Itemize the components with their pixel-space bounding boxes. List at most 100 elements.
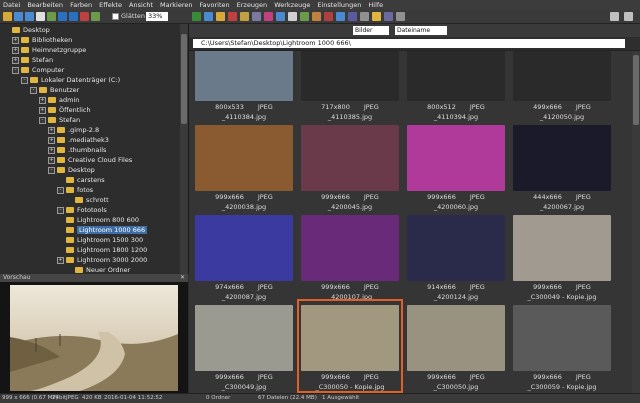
thumbnail-image[interactable]	[513, 305, 611, 371]
toolbar-tool-icon-5[interactable]	[252, 12, 261, 21]
toolbar-tool-icon-4[interactable]	[240, 12, 249, 21]
toolbar-tool-icon-3[interactable]	[228, 12, 237, 21]
expand-icon[interactable]: +	[48, 126, 55, 134]
menu-item-7[interactable]: Erzeugen	[237, 1, 268, 9]
view-select[interactable]: Bilder	[353, 26, 389, 35]
thumbnail-image[interactable]	[301, 215, 399, 281]
thumbnail-item[interactable]: 800x533 JPEG _4110384.jpg	[193, 51, 295, 121]
thumbnail-image[interactable]	[195, 51, 293, 101]
tree-item[interactable]: + Creative Cloud Files	[48, 155, 132, 165]
toolbar-icon-0[interactable]	[3, 12, 12, 21]
thumbnail-item-selected[interactable]: 999x666 JPEG _C300050 - Kopie.jpg	[297, 299, 403, 393]
smoothing-checkbox[interactable]	[112, 13, 119, 20]
toolbar-icon-3[interactable]	[36, 12, 45, 21]
tree-item[interactable]: Desktop	[3, 25, 50, 35]
tree-item[interactable]: + Öffentlich	[39, 105, 91, 115]
tree-item[interactable]: carstens	[57, 175, 105, 185]
menu-item-5[interactable]: Markieren	[160, 1, 192, 9]
expand-icon[interactable]: +	[48, 156, 55, 164]
menu-item-6[interactable]: Favoriten	[200, 1, 230, 9]
thumbnail-image[interactable]	[513, 51, 611, 101]
toolbar-tool-icon-7[interactable]	[276, 12, 285, 21]
zoom-select[interactable]: 33%	[146, 12, 168, 21]
toolbar-icon-4[interactable]	[47, 12, 56, 21]
tree-item[interactable]: + Heimnetzgruppe	[12, 45, 86, 55]
thumbnail-item[interactable]: 717x800 JPEG _4110385.jpg	[299, 51, 401, 121]
toolbar-tool-icon-15[interactable]	[372, 12, 381, 21]
menu-item-3[interactable]: Effekte	[99, 1, 122, 9]
toolbar-icon-1[interactable]	[14, 12, 23, 21]
toolbar-icon-5[interactable]	[58, 12, 67, 21]
toolbar-tool-icon-0[interactable]	[192, 12, 201, 21]
thumbnail-image[interactable]	[301, 125, 399, 191]
thumbnail-item[interactable]: 444x666 JPEG _4200067.jpg	[511, 121, 613, 211]
tree-item[interactable]: + .mediathek3	[48, 135, 109, 145]
close-icon[interactable]: ✕	[180, 274, 185, 282]
menu-item-2[interactable]: Farben	[70, 1, 92, 9]
thumbnail-image[interactable]	[301, 51, 399, 101]
expand-icon[interactable]: +	[12, 36, 19, 44]
collapse-icon[interactable]: -	[39, 116, 46, 124]
thumbnail-image[interactable]	[407, 51, 505, 101]
tree-item[interactable]: + .gimp-2.8	[48, 125, 99, 135]
collapse-icon[interactable]: -	[12, 66, 19, 74]
expand-icon[interactable]: +	[48, 136, 55, 144]
collapse-icon[interactable]: -	[21, 76, 28, 84]
toolbar-icon-6[interactable]	[69, 12, 78, 21]
window-control-icon-1[interactable]	[624, 12, 633, 21]
tree-item[interactable]: + Bibliotheken	[12, 35, 72, 45]
window-control-icon-0[interactable]	[610, 12, 619, 21]
toolbar-tool-icon-8[interactable]	[288, 12, 297, 21]
tree-scroll-thumb[interactable]	[181, 34, 187, 124]
tree-item[interactable]: Lightroom 1800 1200	[57, 245, 147, 255]
thumbnail-image[interactable]	[407, 125, 505, 191]
thumbnail-item[interactable]: 999x666 JPEG _4200107.jpg	[299, 211, 401, 301]
menu-item-9[interactable]: Einstellungen	[317, 1, 361, 9]
tree-item[interactable]: - Stefan	[39, 115, 80, 125]
expand-icon[interactable]: +	[57, 256, 64, 264]
grid-scrollbar[interactable]	[632, 51, 640, 393]
tree-scrollbar[interactable]	[180, 24, 188, 274]
menu-item-8[interactable]: Werkzeuge	[274, 1, 310, 9]
menu-item-4[interactable]: Ansicht	[129, 1, 153, 9]
thumbnail-image[interactable]	[195, 305, 293, 371]
tree-item[interactable]: + admin	[39, 95, 79, 105]
expand-icon[interactable]: +	[39, 96, 46, 104]
toolbar-icon-8[interactable]	[91, 12, 100, 21]
expand-icon[interactable]: +	[12, 56, 19, 64]
thumbnail-item[interactable]: 999x666 JPEG _C300049 - Kopie.jpg	[511, 211, 613, 301]
tree-item[interactable]: schrott	[66, 195, 109, 205]
thumbnail-image[interactable]	[195, 215, 293, 281]
toolbar-tool-icon-9[interactable]	[300, 12, 309, 21]
thumbnail-item[interactable]: 999x666 JPEG _C300059 - Kopie.jpg	[511, 301, 613, 391]
thumbnail-image[interactable]	[407, 215, 505, 281]
expand-icon[interactable]: +	[12, 46, 19, 54]
tree-item[interactable]: - fotos	[57, 185, 93, 195]
toolbar-icon-2[interactable]	[25, 12, 34, 21]
tree-item[interactable]: + .thumbnails	[48, 145, 106, 155]
thumbnail-image[interactable]	[513, 125, 611, 191]
collapse-icon[interactable]: -	[30, 86, 37, 94]
toolbar-tool-icon-14[interactable]	[360, 12, 369, 21]
toolbar-icon-7[interactable]	[80, 12, 89, 21]
thumbnail-image[interactable]	[195, 125, 293, 191]
collapse-icon[interactable]: -	[48, 166, 55, 174]
toolbar-tool-icon-16[interactable]	[384, 12, 393, 21]
tree-item[interactable]: + Lightroom 3000 2000	[57, 255, 147, 265]
expand-icon[interactable]: +	[48, 146, 55, 154]
toolbar-tool-icon-1[interactable]	[204, 12, 213, 21]
sort-select[interactable]: Dateiname	[395, 26, 447, 35]
menu-item-10[interactable]: Hilfe	[368, 1, 383, 9]
tree-item[interactable]: - Lokaler Datenträger (C:)	[21, 75, 120, 85]
toolbar-tool-icon-2[interactable]	[216, 12, 225, 21]
tree-item[interactable]: Lightroom 1000 666	[57, 225, 148, 235]
tree-item[interactable]: - Fototools	[57, 205, 107, 215]
tree-item[interactable]: Lightroom 1500 300	[57, 235, 143, 245]
menu-item-0[interactable]: Datei	[3, 1, 20, 9]
thumbnail-item[interactable]: 999x666 JPEG _4200045.jpg	[299, 121, 401, 211]
menu-item-1[interactable]: Bearbeiten	[27, 1, 63, 9]
thumbnail-image[interactable]	[407, 305, 505, 371]
tree-item[interactable]: - Computer	[12, 65, 64, 75]
thumbnail-item[interactable]: 999x666 JPEG _4200038.jpg	[193, 121, 295, 211]
toolbar-tool-icon-12[interactable]	[336, 12, 345, 21]
